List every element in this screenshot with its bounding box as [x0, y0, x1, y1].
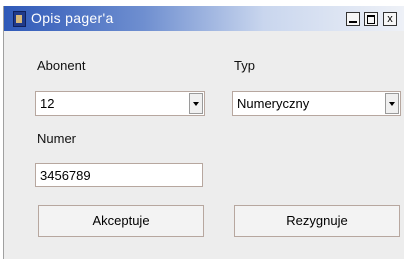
abonent-value: 12	[40, 96, 55, 111]
abonent-label: Abonent	[37, 58, 86, 73]
chevron-down-icon[interactable]	[189, 93, 203, 114]
accept-button[interactable]: Akceptuje	[38, 205, 204, 237]
numer-value: 3456789	[40, 168, 91, 183]
chevron-down-icon[interactable]	[385, 93, 399, 114]
window-title: Opis pager'a	[31, 10, 114, 26]
dialog-window: Opis pager'a x Abonent 12 Typ Numeryczny…	[3, 6, 404, 259]
app-icon	[13, 11, 26, 27]
typ-label: Typ	[234, 58, 255, 73]
numer-label: Numer	[37, 131, 77, 146]
numer-input[interactable]: 3456789	[35, 163, 203, 187]
minimize-button[interactable]	[346, 12, 360, 26]
title-bar[interactable]: Opis pager'a x	[4, 6, 404, 31]
abonent-dropdown[interactable]: 12	[35, 91, 205, 116]
typ-value: Numeryczny	[237, 96, 310, 111]
maximize-button[interactable]	[364, 12, 378, 26]
cancel-button[interactable]: Rezygnuje	[234, 205, 400, 237]
close-button[interactable]: x	[383, 12, 397, 26]
typ-dropdown[interactable]: Numeryczny	[232, 91, 401, 116]
